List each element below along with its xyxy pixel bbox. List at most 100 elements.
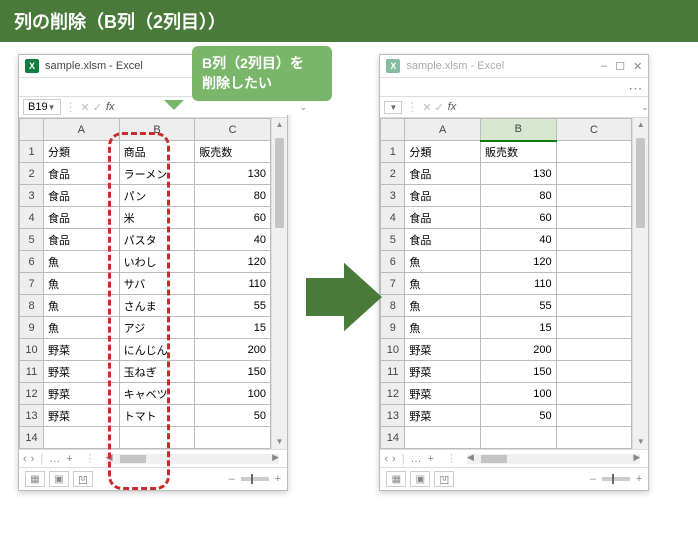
cell[interactable]: 80 [481,185,557,207]
expand-icon[interactable]: ⌄ [300,102,308,113]
row-header[interactable]: 13 [20,405,44,427]
cell[interactable] [556,339,632,361]
cell[interactable]: 100 [195,383,271,405]
view-normal-button[interactable]: ▦ [386,471,406,487]
add-sheet-button[interactable]: + [66,453,72,465]
name-box[interactable]: B19▼ [23,99,61,115]
cell[interactable]: 40 [195,229,271,251]
cell[interactable]: 15 [195,317,271,339]
cell[interactable]: 食品 [405,207,481,229]
cancel-icon[interactable]: ✕ [81,101,90,114]
cell[interactable] [195,427,271,449]
cell[interactable]: 15 [481,317,557,339]
cell[interactable]: 200 [195,339,271,361]
view-break-button[interactable]: 凹 [73,471,93,487]
tab-next-icon[interactable]: › [392,453,396,465]
zoom-control[interactable]: – + [590,473,643,485]
cell[interactable] [556,273,632,295]
cell[interactable]: 分類 [44,141,120,163]
cell[interactable]: パスタ [119,229,195,251]
spreadsheet-grid[interactable]: A B C 1分類商品販売数 2食品ラーメン130 3食品パン80 4食品米60… [19,118,271,449]
row-header[interactable]: 11 [20,361,44,383]
row-header[interactable]: 9 [20,317,44,339]
col-header-c[interactable]: C [556,119,632,141]
cell[interactable]: 50 [195,405,271,427]
cell[interactable] [556,251,632,273]
tab-more-icon[interactable]: … [49,453,60,465]
cell[interactable] [556,207,632,229]
row-header[interactable]: 8 [20,295,44,317]
cell[interactable] [481,427,557,449]
cell[interactable]: 食品 [44,185,120,207]
maximize-button[interactable]: ☐ [615,60,625,73]
cell[interactable]: 200 [481,339,557,361]
cell[interactable]: 玉ねぎ [119,361,195,383]
cell[interactable] [405,427,481,449]
cell[interactable]: 魚 [405,273,481,295]
row-header[interactable]: 10 [20,339,44,361]
row-header[interactable]: 7 [381,273,405,295]
cell[interactable]: 魚 [44,251,120,273]
cell[interactable]: ラーメン [119,163,195,185]
cell[interactable]: いわし [119,251,195,273]
cell[interactable]: 分類 [405,141,481,163]
row-header[interactable]: 14 [20,427,44,449]
cell[interactable]: 野菜 [405,405,481,427]
cell[interactable]: 50 [481,405,557,427]
cell[interactable] [556,185,632,207]
row-header[interactable]: 14 [381,427,405,449]
cell[interactable]: 野菜 [405,361,481,383]
row-header[interactable]: 11 [381,361,405,383]
row-header[interactable]: 6 [20,251,44,273]
cell[interactable]: 130 [195,163,271,185]
cancel-icon[interactable]: ✕ [422,101,431,114]
cell[interactable]: サバ [119,273,195,295]
enter-icon[interactable]: ✓ [434,101,443,114]
cell[interactable]: 80 [195,185,271,207]
horizontal-scrollbar[interactable]: ◀▶ [467,454,640,464]
view-normal-button[interactable]: ▦ [25,471,45,487]
cell[interactable]: 食品 [405,229,481,251]
select-all-corner[interactable] [20,119,44,141]
cell[interactable]: 食品 [44,163,120,185]
cell[interactable]: 野菜 [44,383,120,405]
cell[interactable]: キャベツ [119,383,195,405]
vertical-scrollbar[interactable]: ▲ ▼ [271,118,287,449]
row-header[interactable]: 9 [381,317,405,339]
col-header-b[interactable]: B [119,119,195,141]
cell[interactable]: 魚 [44,273,120,295]
cell[interactable]: 食品 [405,163,481,185]
cell[interactable]: にんじん [119,339,195,361]
cell[interactable] [556,229,632,251]
zoom-control[interactable]: – + [228,473,281,485]
spreadsheet-grid[interactable]: A B C 1分類販売数 2食品130 3食品80 4食品60 5食品40 6魚… [380,118,632,449]
enter-icon[interactable]: ✓ [93,101,102,114]
cell[interactable]: 魚 [44,295,120,317]
zoom-out-icon[interactable]: – [590,473,596,485]
cell[interactable]: 食品 [405,185,481,207]
tab-prev-icon[interactable]: ‹ [23,453,27,465]
row-header[interactable]: 3 [20,185,44,207]
horizontal-scrollbar[interactable]: ◀▶ [106,454,279,464]
cell[interactable]: 60 [195,207,271,229]
row-header[interactable]: 4 [20,207,44,229]
col-header-b[interactable]: B [481,119,557,141]
cell[interactable] [556,383,632,405]
cell[interactable]: 120 [481,251,557,273]
cell[interactable]: パン [119,185,195,207]
cell[interactable]: 150 [195,361,271,383]
cell[interactable]: 販売数 [195,141,271,163]
tab-more-icon[interactable]: … [411,453,422,465]
row-header[interactable]: 4 [381,207,405,229]
scroll-thumb[interactable] [636,138,645,228]
close-button[interactable]: ✕ [633,60,642,73]
row-header[interactable]: 5 [20,229,44,251]
row-header[interactable]: 12 [20,383,44,405]
cell[interactable]: 55 [481,295,557,317]
row-header[interactable]: 7 [20,273,44,295]
cell[interactable]: 米 [119,207,195,229]
row-header[interactable]: 6 [381,251,405,273]
col-header-c[interactable]: C [195,119,271,141]
cell[interactable]: 野菜 [405,339,481,361]
row-header[interactable]: 8 [381,295,405,317]
